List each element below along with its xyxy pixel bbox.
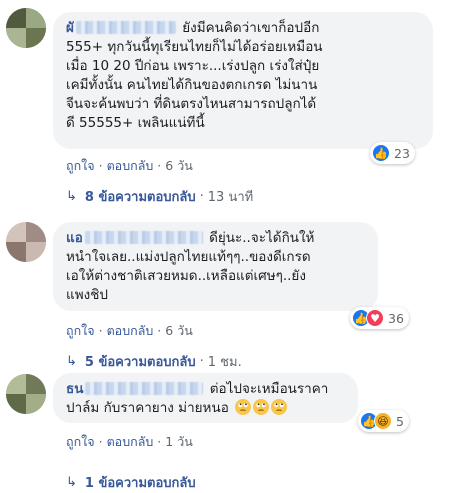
view-replies[interactable]: ↳ 1 ข้อความตอบกลับ [66,472,196,493]
rolling-eyes-emoji [235,399,252,415]
comment-actions: ถูกใจ · ตอบกลับ · 6 วัน [66,158,193,173]
haha-icon: 😆 [374,412,392,430]
comment-actions: ถูกใจ · ตอบกลับ · 1 วัน [66,434,193,449]
blurred-name [84,231,203,244]
replies-count-label[interactable]: 5 ข้อความตอบกลับ [85,351,196,372]
replies-time: 13 นาที [207,190,254,205]
timestamp[interactable]: 6 วัน [165,323,193,338]
comment-text: แพงชิป [66,287,108,303]
reply-arrow-icon: ↳ [66,475,77,490]
like-link[interactable]: ถูกใจ [66,158,95,173]
avatar[interactable] [6,374,46,414]
comment-text: ดี 55555+ เพลินแน่ทีนี้ [66,115,205,131]
love-icon: ♥ [366,309,384,327]
reaction-count: 36 [388,310,404,326]
reply-link[interactable]: ตอบกลับ [107,158,154,173]
reaction-count: 23 [394,145,410,161]
reaction-summary[interactable]: 👍 😆 5 [358,410,409,432]
comment-text: จีนจะค้นพบว่า ที่ดินตรงไหนสามารถปลูกได้ [66,96,317,112]
reply-arrow-icon: ↳ [66,189,77,204]
author-name[interactable]: ธน [66,381,83,397]
comment-bubble: ผั ยังมีคนคิดว่าเขาก็อปอีก 555+ ทุกวันนี… [53,12,433,149]
comment-text: เอให้ต่างชาติเสวยหมด..เหลือแต่เศษๆ..ยัง [66,268,306,284]
like-link[interactable]: ถูกใจ [66,323,95,338]
blurred-name [75,21,176,34]
author-name[interactable]: ผั [66,20,74,36]
replies-count-label[interactable]: 1 ข้อความตอบกลับ [85,472,196,493]
comment-text: 555+ ทุกวันนี้ทุเรียนไทยก็ไม่ได้อร่อยเหม… [66,39,323,55]
timestamp[interactable]: 6 วัน [165,158,193,173]
like-icon: 👍 [372,144,390,162]
comment-text: เมื่อ 10 20 ปีก่อน เพราะ...เร่งปลูก เร่ง… [66,58,320,74]
comment-text: ต่อไปจะเหมือนราคา [209,381,329,397]
timestamp[interactable]: 1 วัน [165,434,193,449]
avatar[interactable] [6,8,46,48]
reaction-count: 5 [396,413,404,429]
blurred-name [85,382,204,395]
comment-text: ยังมีคนคิดว่าเขาก็อปอีก [182,20,320,36]
view-replies[interactable]: ↳ 8 ข้อความตอบกลับ · 13 นาที [66,186,253,207]
comment-actions: ถูกใจ · ตอบกลับ · 6 วัน [66,323,193,338]
like-link[interactable]: ถูกใจ [66,434,95,449]
reply-link[interactable]: ตอบกลับ [107,323,154,338]
replies-time: 1 ชม. [207,355,242,370]
comment-text: ดียุ่นะ..จะได้กินให้ [209,230,315,246]
replies-count-label[interactable]: 8 ข้อความตอบกลับ [85,186,196,207]
comment-text: เคมีทั้งนั้น คนไทยได้กินของตกเกรด ไม่นาน [66,77,318,93]
reply-link[interactable]: ตอบกลับ [107,434,154,449]
reaction-summary[interactable]: 👍 ♥ 36 [350,307,409,329]
comment-bubble: ธน ต่อไปจะเหมือนราคา ปาล์ม กับราคายาง ม่… [53,373,358,423]
rolling-eyes-emoji [253,399,270,415]
author-name[interactable]: แอ [66,230,83,246]
avatar[interactable] [6,222,46,262]
reply-arrow-icon: ↳ [66,354,77,369]
comment-bubble: แอ ดียุ่นะ..จะได้กินให้ หนำใจเลย..แม่งปล… [53,222,378,311]
reaction-summary[interactable]: 👍 23 [370,142,415,164]
rolling-eyes-emoji [271,399,288,415]
comment-text: หนำใจเลย..แม่งปลูกไทยแท้ๆๆ..ของดีเกรด [66,249,311,265]
view-replies[interactable]: ↳ 5 ข้อความตอบกลับ · 1 ชม. [66,351,242,372]
comment-text: ปาล์ม กับราคายาง ม่ายหนอ [66,400,229,416]
